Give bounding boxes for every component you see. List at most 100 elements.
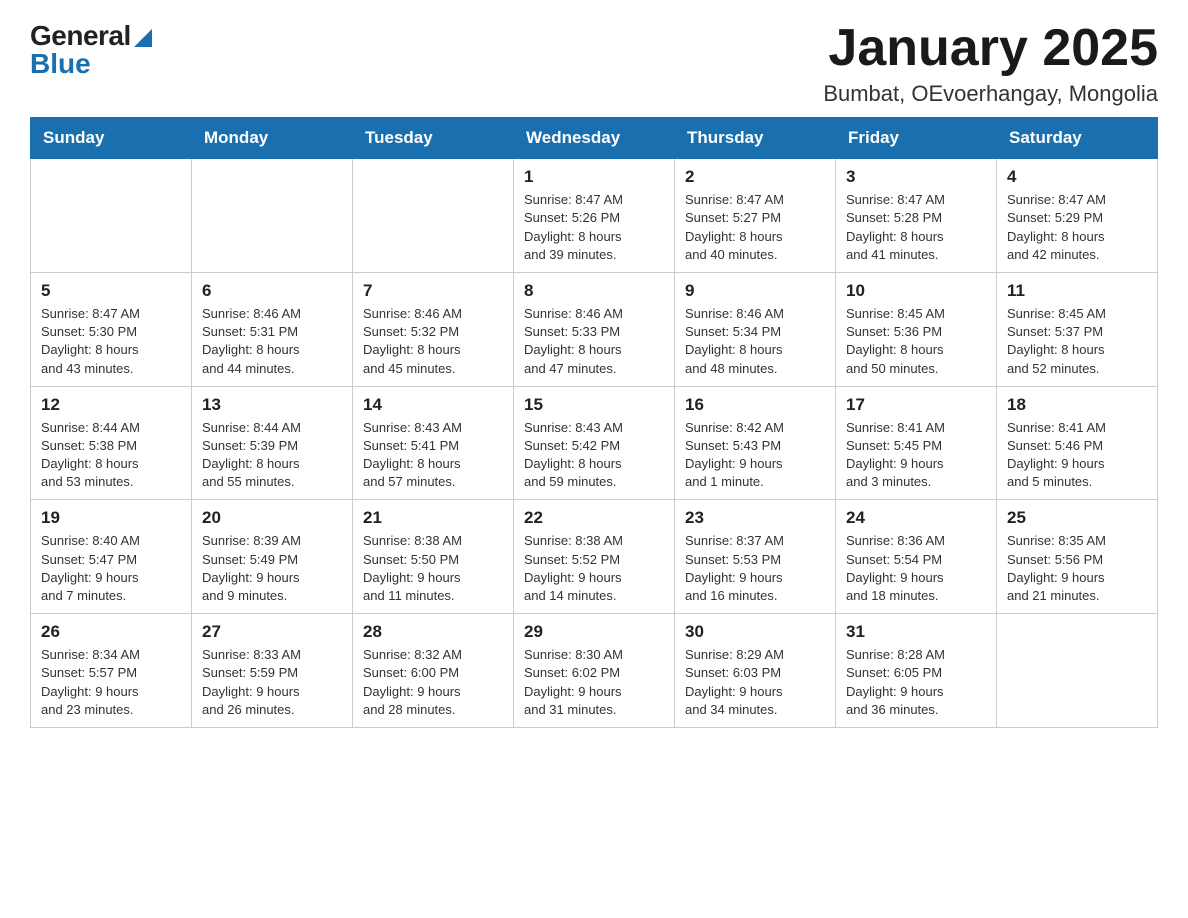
day-info: Sunrise: 8:46 AM Sunset: 5:34 PM Dayligh… [685, 305, 825, 378]
week-row-5: 26 Sunrise: 8:34 AM Sunset: 5:57 PM Dayli… [31, 614, 1158, 728]
calendar-cell: 18Sunrise: 8:41 AM Sunset: 5:46 PM Dayli… [997, 386, 1158, 500]
location-title: Bumbat, OEvoerhangay, Mongolia [823, 81, 1158, 107]
day-info: Sunrise: 8:47 AM Sunset: 5:29 PM Dayligh… [1007, 191, 1147, 264]
day-info: Sunrise: 8:45 AM Sunset: 5:37 PM Dayligh… [1007, 305, 1147, 378]
month-title: January 2025 [823, 20, 1158, 77]
day-info: Sunrise: 8:37 AM Sunset: 5:53 PM Dayligh… [685, 532, 825, 605]
day-number: 7 [363, 281, 503, 301]
calendar-cell: 29Sunrise: 8:30 AM Sunset: 6:02 PM Dayli… [514, 614, 675, 728]
week-row-1: 1 Sunrise: 8:47 AM Sunset: 5:26 PM Daylig… [31, 159, 1158, 273]
day-number: 10 [846, 281, 986, 301]
day-number: 14 [363, 395, 503, 415]
day-info: Sunrise: 8:39 AM Sunset: 5:49 PM Dayligh… [202, 532, 342, 605]
logo-blue-text: Blue [30, 48, 91, 79]
day-number: 18 [1007, 395, 1147, 415]
day-number: 17 [846, 395, 986, 415]
day-info: Sunrise: 8:46 AM Sunset: 5:32 PM Dayligh… [363, 305, 503, 378]
day-number: 1 [524, 167, 664, 187]
day-info: Sunrise: 8:47 AM Sunset: 5:30 PM Dayligh… [41, 305, 181, 378]
day-number: 5 [41, 281, 181, 301]
day-number: 26 [41, 622, 181, 642]
calendar-cell: 30Sunrise: 8:29 AM Sunset: 6:03 PM Dayli… [675, 614, 836, 728]
day-number: 11 [1007, 281, 1147, 301]
calendar-cell: 19Sunrise: 8:40 AM Sunset: 5:47 PM Dayli… [31, 500, 192, 614]
weekday-header-saturday: Saturday [997, 118, 1158, 159]
calendar-cell: 17 Sunrise: 8:41 AM Sunset: 5:45 PM Dayli… [836, 386, 997, 500]
calendar-cell [31, 159, 192, 273]
calendar-cell [192, 159, 353, 273]
calendar-cell: 24 Sunrise: 8:36 AM Sunset: 5:54 PM Dayli… [836, 500, 997, 614]
day-info: Sunrise: 8:44 AM Sunset: 5:39 PM Dayligh… [202, 419, 342, 492]
calendar-cell: 23 Sunrise: 8:37 AM Sunset: 5:53 PM Dayli… [675, 500, 836, 614]
day-number: 30 [685, 622, 825, 642]
day-number: 15 [524, 395, 664, 415]
day-info: Sunrise: 8:41 AM Sunset: 5:45 PM Dayligh… [846, 419, 986, 492]
day-number: 16 [685, 395, 825, 415]
calendar-cell [353, 159, 514, 273]
calendar-cell: 27 Sunrise: 8:33 AM Sunset: 5:59 PM Dayli… [192, 614, 353, 728]
calendar-cell: 6 Sunrise: 8:46 AM Sunset: 5:31 PM Daylig… [192, 272, 353, 386]
day-info: Sunrise: 8:47 AM Sunset: 5:28 PM Dayligh… [846, 191, 986, 264]
day-info: Sunrise: 8:40 AM Sunset: 5:47 PM Dayligh… [41, 532, 181, 605]
day-number: 22 [524, 508, 664, 528]
calendar-cell: 9 Sunrise: 8:46 AM Sunset: 5:34 PM Daylig… [675, 272, 836, 386]
calendar-cell: 7 Sunrise: 8:46 AM Sunset: 5:32 PM Daylig… [353, 272, 514, 386]
day-number: 8 [524, 281, 664, 301]
calendar-cell: 4 Sunrise: 8:47 AM Sunset: 5:29 PM Daylig… [997, 159, 1158, 273]
day-info: Sunrise: 8:35 AM Sunset: 5:56 PM Dayligh… [1007, 532, 1147, 605]
day-info: Sunrise: 8:36 AM Sunset: 5:54 PM Dayligh… [846, 532, 986, 605]
day-number: 9 [685, 281, 825, 301]
day-info: Sunrise: 8:34 AM Sunset: 5:57 PM Dayligh… [41, 646, 181, 719]
calendar-table: SundayMondayTuesdayWednesdayThursdayFrid… [30, 117, 1158, 728]
day-info: Sunrise: 8:38 AM Sunset: 5:50 PM Dayligh… [363, 532, 503, 605]
day-info: Sunrise: 8:44 AM Sunset: 5:38 PM Dayligh… [41, 419, 181, 492]
calendar-cell: 5 Sunrise: 8:47 AM Sunset: 5:30 PM Daylig… [31, 272, 192, 386]
day-info: Sunrise: 8:42 AM Sunset: 5:43 PM Dayligh… [685, 419, 825, 492]
week-row-2: 5 Sunrise: 8:47 AM Sunset: 5:30 PM Daylig… [31, 272, 1158, 386]
day-info: Sunrise: 8:47 AM Sunset: 5:26 PM Dayligh… [524, 191, 664, 264]
day-number: 2 [685, 167, 825, 187]
calendar-cell [997, 614, 1158, 728]
day-info: Sunrise: 8:30 AM Sunset: 6:02 PM Dayligh… [524, 646, 664, 719]
calendar-cell: 11 Sunrise: 8:45 AM Sunset: 5:37 PM Dayli… [997, 272, 1158, 386]
calendar-cell: 1 Sunrise: 8:47 AM Sunset: 5:26 PM Daylig… [514, 159, 675, 273]
calendar-cell: 31Sunrise: 8:28 AM Sunset: 6:05 PM Dayli… [836, 614, 997, 728]
day-number: 25 [1007, 508, 1147, 528]
weekday-header-sunday: Sunday [31, 118, 192, 159]
day-number: 27 [202, 622, 342, 642]
day-number: 20 [202, 508, 342, 528]
calendar-cell: 21Sunrise: 8:38 AM Sunset: 5:50 PM Dayli… [353, 500, 514, 614]
day-number: 6 [202, 281, 342, 301]
day-info: Sunrise: 8:43 AM Sunset: 5:41 PM Dayligh… [363, 419, 503, 492]
calendar-cell: 22 Sunrise: 8:38 AM Sunset: 5:52 PM Dayli… [514, 500, 675, 614]
week-row-3: 12 Sunrise: 8:44 AM Sunset: 5:38 PM Dayli… [31, 386, 1158, 500]
day-number: 23 [685, 508, 825, 528]
calendar-cell: 14 Sunrise: 8:43 AM Sunset: 5:41 PM Dayli… [353, 386, 514, 500]
calendar-cell: 15 Sunrise: 8:43 AM Sunset: 5:42 PM Dayli… [514, 386, 675, 500]
weekday-header-thursday: Thursday [675, 118, 836, 159]
logo-triangle-icon [134, 27, 152, 47]
calendar-cell: 26 Sunrise: 8:34 AM Sunset: 5:57 PM Dayli… [31, 614, 192, 728]
day-info: Sunrise: 8:46 AM Sunset: 5:33 PM Dayligh… [524, 305, 664, 378]
calendar-cell: 20 Sunrise: 8:39 AM Sunset: 5:49 PM Dayli… [192, 500, 353, 614]
title-area: January 2025 Bumbat, OEvoerhangay, Mongo… [823, 20, 1158, 107]
day-number: 24 [846, 508, 986, 528]
weekday-header-monday: Monday [192, 118, 353, 159]
calendar-cell: 2 Sunrise: 8:47 AM Sunset: 5:27 PM Daylig… [675, 159, 836, 273]
calendar-cell: 8 Sunrise: 8:46 AM Sunset: 5:33 PM Daylig… [514, 272, 675, 386]
day-info: Sunrise: 8:46 AM Sunset: 5:31 PM Dayligh… [202, 305, 342, 378]
day-info: Sunrise: 8:43 AM Sunset: 5:42 PM Dayligh… [524, 419, 664, 492]
week-row-4: 19Sunrise: 8:40 AM Sunset: 5:47 PM Dayli… [31, 500, 1158, 614]
weekday-header-wednesday: Wednesday [514, 118, 675, 159]
day-info: Sunrise: 8:38 AM Sunset: 5:52 PM Dayligh… [524, 532, 664, 605]
header: General Blue January 2025 Bumbat, OEvoer… [30, 20, 1158, 107]
calendar-cell: 13Sunrise: 8:44 AM Sunset: 5:39 PM Dayli… [192, 386, 353, 500]
day-number: 12 [41, 395, 181, 415]
day-info: Sunrise: 8:47 AM Sunset: 5:27 PM Dayligh… [685, 191, 825, 264]
calendar-cell: 10Sunrise: 8:45 AM Sunset: 5:36 PM Dayli… [836, 272, 997, 386]
day-info: Sunrise: 8:33 AM Sunset: 5:59 PM Dayligh… [202, 646, 342, 719]
day-number: 4 [1007, 167, 1147, 187]
weekday-header-friday: Friday [836, 118, 997, 159]
calendar-cell: 12 Sunrise: 8:44 AM Sunset: 5:38 PM Dayli… [31, 386, 192, 500]
day-number: 3 [846, 167, 986, 187]
